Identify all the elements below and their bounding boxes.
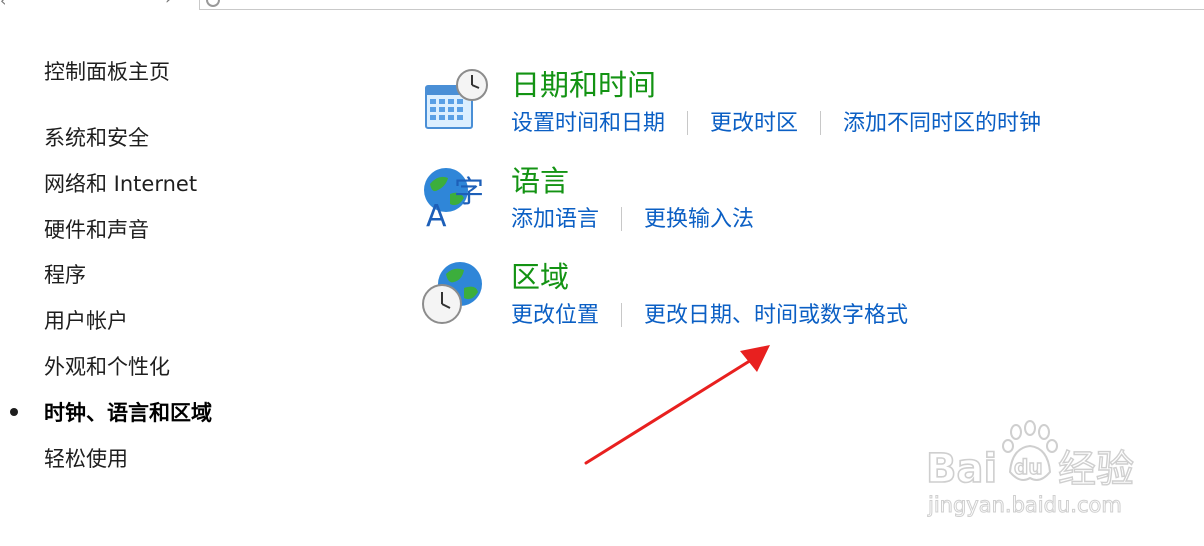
- change-timezone-link[interactable]: 更改时区: [710, 111, 798, 136]
- svg-text:A: A: [426, 199, 447, 230]
- language-globe-icon: A 字: [424, 168, 484, 230]
- add-clocks-link[interactable]: 添加不同时区的时钟: [843, 111, 1041, 136]
- watermark-suffix: 经验: [1058, 447, 1134, 491]
- calendar-clock-icon: [425, 69, 488, 129]
- sidebar: 控制面板主页 系统和安全 网络和 Internet 硬件和声音 程序 用户帐户 …: [0, 0, 300, 546]
- sidebar-item-hardware-sound[interactable]: 硬件和声音: [44, 217, 149, 243]
- link-separator: [621, 207, 623, 231]
- watermark-brand-du: du: [1014, 455, 1043, 479]
- date-time-links: 设置时间和日期 更改时区 添加不同时区的时钟: [511, 110, 1041, 138]
- link-separator: [820, 111, 822, 135]
- region-globe-clock-icon: [422, 262, 482, 324]
- category-date-time: 日期和时间 设置时间和日期 更改时区 添加不同时区的时钟: [420, 68, 1120, 138]
- svg-text:字: 字: [454, 175, 484, 210]
- language-links: 添加语言 更换输入法: [511, 206, 754, 234]
- sidebar-item-clock-language-region[interactable]: 时钟、语言和区域: [44, 400, 212, 426]
- language-title[interactable]: 语言: [511, 164, 569, 198]
- category-region: 区域 更改位置 更改日期、时间或数字格式: [420, 260, 1120, 330]
- current-item-bullet: [10, 408, 18, 416]
- link-separator: [621, 303, 623, 327]
- region-links: 更改位置 更改日期、时间或数字格式: [511, 302, 908, 330]
- date-time-title[interactable]: 日期和时间: [511, 68, 656, 102]
- address-bar[interactable]: [199, 0, 1204, 10]
- sidebar-item-ease-of-access[interactable]: 轻松使用: [44, 446, 128, 472]
- add-language-link[interactable]: 添加语言: [511, 207, 599, 232]
- sidebar-item-user-accounts[interactable]: 用户帐户: [44, 308, 128, 334]
- region-title[interactable]: 区域: [511, 260, 569, 294]
- change-location-link[interactable]: 更改位置: [511, 303, 599, 328]
- set-time-date-link[interactable]: 设置时间和日期: [511, 111, 665, 136]
- category-language: A 字 语言 添加语言 更换输入法: [420, 164, 1120, 234]
- change-date-time-number-format-link[interactable]: 更改日期、时间或数字格式: [644, 303, 908, 328]
- sidebar-item-appearance[interactable]: 外观和个性化: [44, 354, 170, 380]
- change-input-method-link[interactable]: 更换输入法: [644, 207, 754, 232]
- sidebar-item-programs[interactable]: 程序: [44, 262, 86, 288]
- sidebar-item-network[interactable]: 网络和 Internet: [44, 171, 197, 197]
- sidebar-item-system-security[interactable]: 系统和安全: [44, 125, 149, 151]
- baidu-jingyan-watermark: Bai du 经验 jingyan.baidu.com: [925, 420, 1135, 518]
- watermark-url: jingyan.baidu.com: [927, 493, 1122, 517]
- watermark-brand: Bai: [926, 446, 997, 492]
- sidebar-home-link[interactable]: 控制面板主页: [44, 59, 170, 85]
- link-separator: [687, 111, 689, 135]
